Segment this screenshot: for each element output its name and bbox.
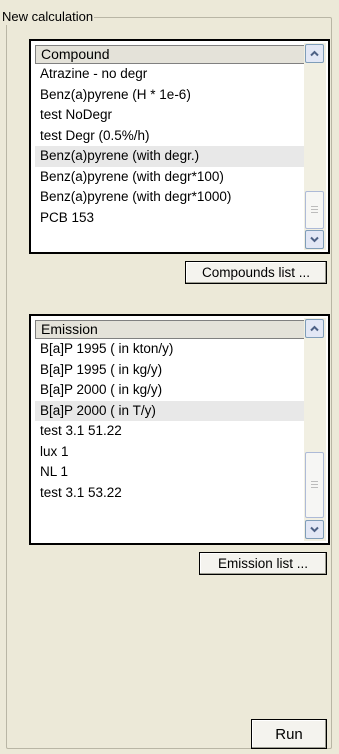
emission-scroll-up-button[interactable] xyxy=(305,319,324,338)
chevron-up-icon xyxy=(310,325,319,332)
compound-items: Atrazine - no degr Benz(a)pyrene (H * 1e… xyxy=(35,64,305,228)
group-title: New calculation xyxy=(1,9,95,25)
list-item[interactable]: Atrazine - no degr xyxy=(35,64,305,85)
compound-scroll-down-button[interactable] xyxy=(305,230,324,249)
compound-scroll-thumb[interactable] xyxy=(305,191,324,229)
list-item[interactable]: NL 1 xyxy=(35,462,305,483)
list-item[interactable]: B[a]P 1995 ( in kton/y) xyxy=(35,339,305,360)
emission-scroll-down-button[interactable] xyxy=(305,520,324,539)
list-item[interactable]: PCB 153 xyxy=(35,208,305,229)
list-item[interactable]: test NoDegr xyxy=(35,105,305,126)
list-item[interactable]: lux 1 xyxy=(35,442,305,463)
grip-icon xyxy=(311,481,318,482)
emission-listbox[interactable]: Emission B[a]P 1995 ( in kton/y) B[a]P 1… xyxy=(29,314,330,545)
grip-icon xyxy=(311,206,318,207)
list-item-selected[interactable]: B[a]P 2000 ( in T/y) xyxy=(35,400,305,421)
compound-scroll-up-button[interactable] xyxy=(305,44,324,63)
compounds-list-button[interactable]: Compounds list ... xyxy=(185,261,327,284)
chevron-down-icon xyxy=(310,236,319,243)
list-item[interactable]: test 3.1 53.22 xyxy=(35,483,305,504)
list-item[interactable]: test Degr (0.5%/h) xyxy=(35,126,305,147)
chevron-up-icon xyxy=(310,50,319,57)
list-item[interactable]: test 3.1 51.22 xyxy=(35,421,305,442)
compound-scrollbar[interactable] xyxy=(304,43,326,250)
grip-icon xyxy=(311,212,318,213)
compound-column-header[interactable]: Compound xyxy=(35,45,305,64)
list-item[interactable]: B[a]P 2000 ( in kg/y) xyxy=(35,380,305,401)
emission-scrollbar[interactable] xyxy=(304,318,326,541)
emission-scroll-thumb[interactable] xyxy=(305,452,324,518)
grip-icon xyxy=(311,484,318,485)
list-item[interactable]: Benz(a)pyrene (with degr*100) xyxy=(35,167,305,188)
run-button[interactable]: Run xyxy=(251,719,327,749)
compound-listbox[interactable]: Compound Atrazine - no degr Benz(a)pyren… xyxy=(29,39,330,254)
emission-list-button[interactable]: Emission list ... xyxy=(199,552,327,575)
grip-icon xyxy=(311,487,318,488)
chevron-down-icon xyxy=(310,526,319,533)
emission-column-header[interactable]: Emission xyxy=(35,320,305,339)
list-item[interactable]: B[a]P 1995 ( in kg/y) xyxy=(35,360,305,381)
emission-items: B[a]P 1995 ( in kton/y) B[a]P 1995 ( in … xyxy=(35,339,305,503)
calculation-panel: New calculation Compound Atrazine - no d… xyxy=(0,0,339,754)
list-item[interactable]: Benz(a)pyrene (H * 1e-6) xyxy=(35,85,305,106)
list-item[interactable]: Benz(a)pyrene (with degr*1000) xyxy=(35,187,305,208)
list-item-selected[interactable]: Benz(a)pyrene (with degr.) xyxy=(35,146,305,167)
grip-icon xyxy=(311,209,318,210)
